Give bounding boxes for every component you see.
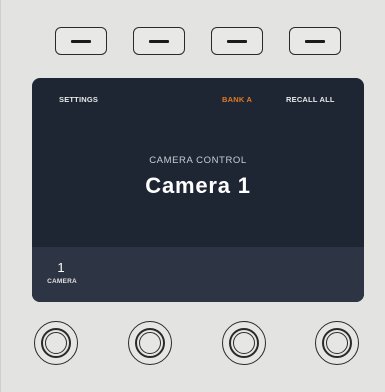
camera-name: Camera 1 (145, 173, 251, 198)
knob-cap (139, 332, 161, 354)
knob-ring (41, 328, 71, 358)
knob-cap (45, 332, 67, 354)
camera-number-caption: CAMERA (47, 278, 77, 285)
camera-number-value: 1 (57, 260, 65, 275)
recall-all-menu-label[interactable]: RECALL ALL (286, 95, 335, 104)
dash-icon (305, 39, 325, 43)
soft-button-4[interactable] (289, 27, 341, 55)
soft-button-1[interactable] (55, 27, 107, 55)
knob-3[interactable] (222, 321, 266, 365)
dash-icon (227, 39, 247, 43)
soft-button-3[interactable] (211, 27, 263, 55)
knob-ring (322, 328, 352, 358)
soft-button-2[interactable] (133, 27, 185, 55)
knob-4[interactable] (315, 321, 359, 365)
soft-button-row (1, 27, 385, 57)
section-label: CAMERA CONTROL (149, 155, 247, 166)
lcd-screen: SETTINGS BANK A RECALL ALL CAMERA CONTRO… (32, 78, 364, 302)
dash-icon (149, 39, 169, 43)
knob-cap (233, 332, 255, 354)
settings-menu-label[interactable]: SETTINGS (59, 95, 98, 104)
knob-cap (326, 332, 348, 354)
bank-menu-label[interactable]: BANK A (222, 95, 252, 104)
dash-icon (71, 39, 91, 43)
knob-1[interactable] (34, 321, 78, 365)
knob-ring (135, 328, 165, 358)
parameter-strip: 1 CAMERA (32, 247, 364, 302)
knob-2[interactable] (128, 321, 172, 365)
knob-ring (229, 328, 259, 358)
control-panel: SETTINGS BANK A RECALL ALL CAMERA CONTRO… (0, 0, 385, 392)
